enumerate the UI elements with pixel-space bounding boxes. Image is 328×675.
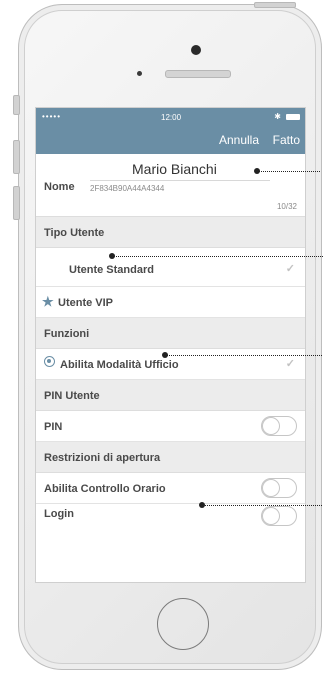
pin-toggle[interactable] — [261, 416, 297, 436]
battery-icon — [286, 114, 300, 120]
controllo-orario-row: Abilita Controllo Orario — [36, 473, 305, 504]
signal-indicator: ••••• — [42, 112, 62, 121]
earpiece-speaker — [165, 70, 231, 78]
callout-line-name — [258, 171, 320, 172]
callout-line-vip — [166, 355, 322, 356]
login-toggle[interactable] — [261, 506, 297, 526]
front-camera — [191, 45, 201, 55]
utente-standard-row[interactable]: Utente Standard ✓ — [36, 248, 305, 287]
utente-vip-row[interactable]: ★ Utente VIP — [36, 287, 305, 318]
checkmark-icon: ✓ — [285, 263, 295, 275]
callout-dot — [254, 168, 260, 174]
volume-up-button — [13, 140, 20, 174]
section-title: PIN Utente — [44, 390, 100, 402]
toggle-knob — [262, 417, 280, 435]
pin-label: PIN — [44, 421, 63, 433]
full-name-field[interactable]: Mario Bianchi — [90, 159, 270, 181]
section-title: Restrizioni di apertura — [44, 452, 161, 464]
toggle-knob — [262, 479, 280, 497]
controllo-orario-toggle[interactable] — [261, 478, 297, 498]
nome-value: 2F834B90A44A4344 — [90, 184, 165, 193]
section-title: Funzioni — [44, 328, 90, 340]
utente-standard-label: Utente Standard — [69, 264, 154, 276]
abilita-ufficio-row[interactable]: Abilita Modalità Ufficio ✓ — [36, 349, 305, 380]
section-tipo-utente: Tipo Utente — [36, 217, 305, 248]
home-button[interactable] — [157, 598, 209, 650]
callout-dot — [162, 352, 168, 358]
section-title: Tipo Utente — [44, 227, 105, 239]
status-bar: ••••• 12:00 ✱ — [36, 108, 305, 128]
cancel-button[interactable]: Annulla — [219, 133, 259, 147]
login-row: Login — [36, 504, 305, 534]
bluetooth-icon: ✱ — [274, 112, 281, 121]
power-button — [254, 2, 296, 8]
callout-dot — [109, 253, 115, 259]
status-time: 12:00 — [161, 113, 182, 122]
controllo-orario-label: Abilita Controllo Orario — [44, 483, 166, 495]
star-icon: ★ — [42, 294, 54, 309]
mute-switch — [13, 95, 20, 115]
office-mode-icon — [44, 356, 55, 367]
app-screen: ••••• 12:00 ✱ Annulla Fatto Mario Bianch… — [35, 107, 306, 583]
checkmark-icon: ✓ — [285, 358, 295, 370]
pin-row: PIN — [36, 411, 305, 442]
user-name-area: Mario Bianchi Nome 2F834B90A44A4344 10/3… — [36, 154, 305, 217]
section-pin-utente: PIN Utente — [36, 380, 305, 411]
utente-vip-label: Utente VIP — [58, 297, 114, 309]
section-restrizioni: Restrizioni di apertura — [36, 442, 305, 473]
callout-line-restrizioni — [203, 505, 322, 506]
toggle-knob — [262, 507, 280, 525]
done-button[interactable]: Fatto — [273, 133, 300, 147]
callout-dot — [199, 502, 205, 508]
character-counter: 10/32 — [276, 202, 297, 211]
volume-down-button — [13, 186, 20, 220]
callout-line-tipo — [113, 256, 323, 257]
proximity-sensor — [137, 71, 142, 76]
login-label: Login — [44, 508, 74, 520]
nav-bar: Annulla Fatto — [36, 128, 305, 154]
abilita-ufficio-label: Abilita Modalità Ufficio — [60, 359, 179, 371]
nome-label: Nome — [44, 181, 75, 193]
section-funzioni: Funzioni — [36, 318, 305, 349]
